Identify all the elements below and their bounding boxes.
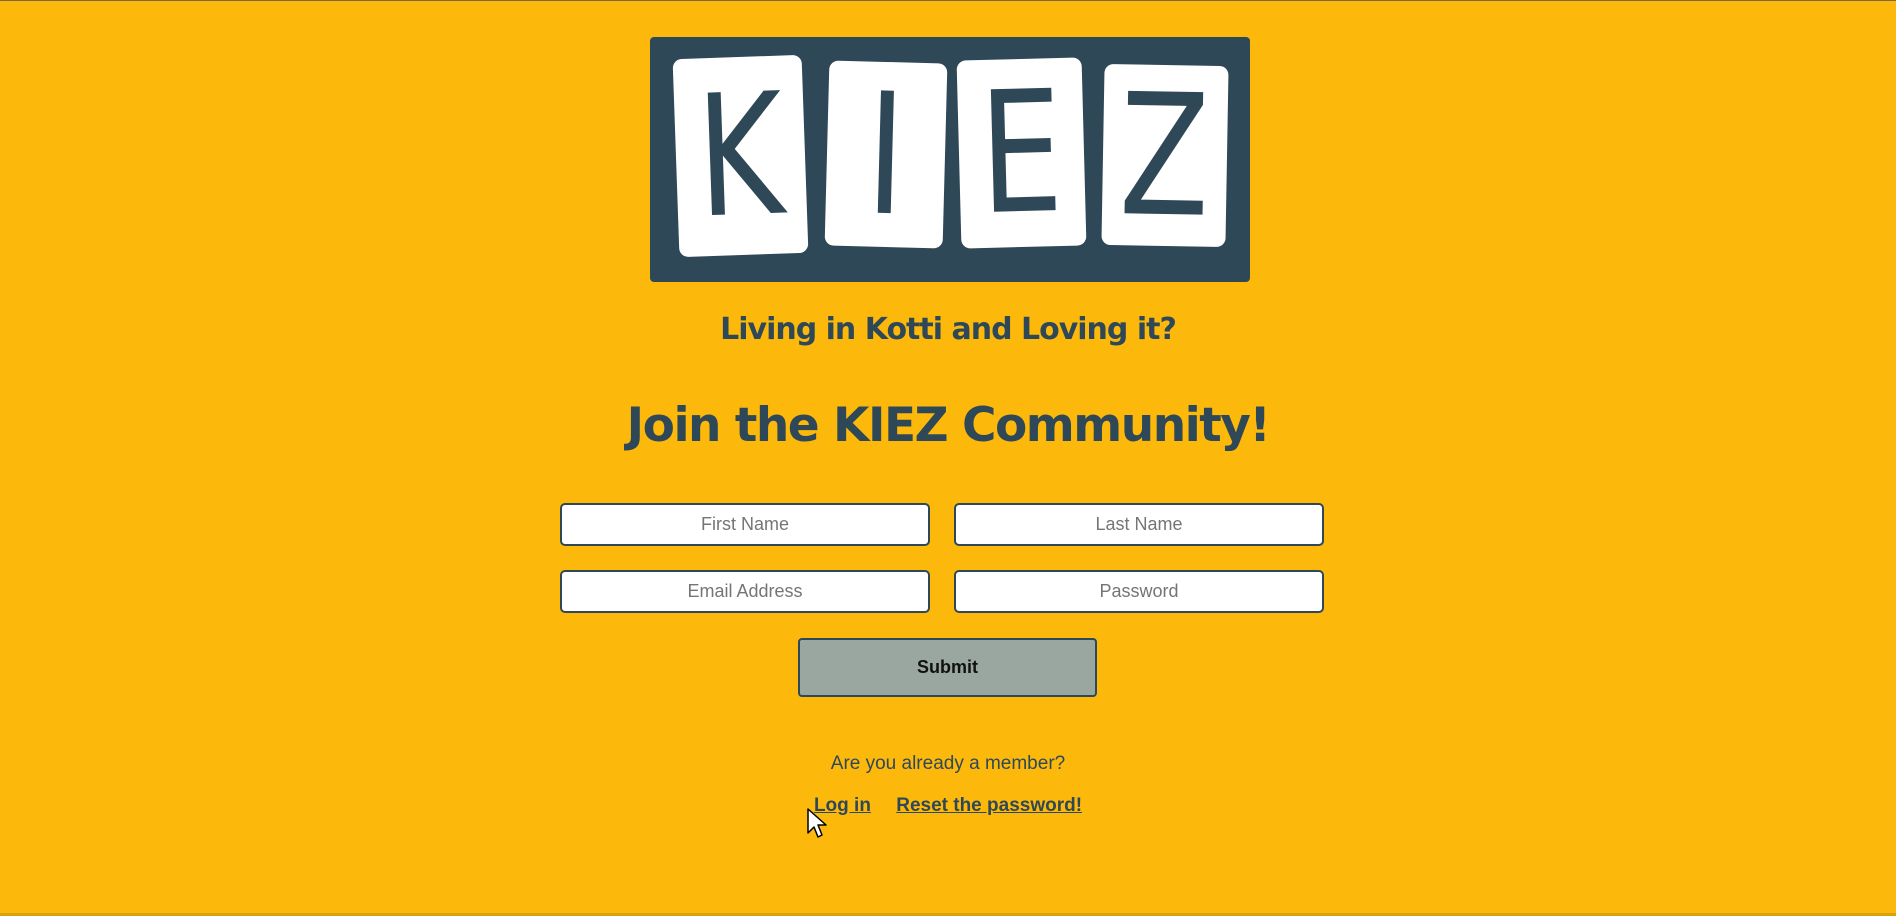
last-name-field[interactable] (954, 503, 1324, 546)
first-name-field[interactable] (560, 503, 930, 546)
auth-links: Log in Reset the password! (0, 795, 1896, 817)
logo-tile-i: I (824, 56, 948, 253)
logo-letter-k: K (694, 56, 787, 256)
mouse-pointer-icon (807, 808, 827, 838)
logo-tile-k: K (672, 54, 809, 258)
page-title: Join the KIEZ Community! (626, 398, 1271, 453)
tagline: Living in Kotti and Loving it? (720, 312, 1177, 347)
email-field[interactable] (560, 570, 930, 613)
logo-letter-i: I (864, 56, 908, 253)
signup-page: K I E Z Living in Kotti and Loving it? J… (0, 0, 1896, 916)
kiez-logo: K I E Z (650, 37, 1250, 282)
logo-tile-e: E (956, 53, 1087, 253)
logo-tile-z: Z (1101, 56, 1229, 255)
member-question: Are you already a member? (830, 753, 1066, 774)
reset-password-link[interactable]: Reset the password! (896, 795, 1082, 816)
submit-button[interactable]: Submit (798, 638, 1097, 697)
logo-letter-e: E (977, 53, 1066, 253)
logo-letter-z: Z (1118, 56, 1212, 255)
password-field[interactable] (954, 570, 1324, 613)
